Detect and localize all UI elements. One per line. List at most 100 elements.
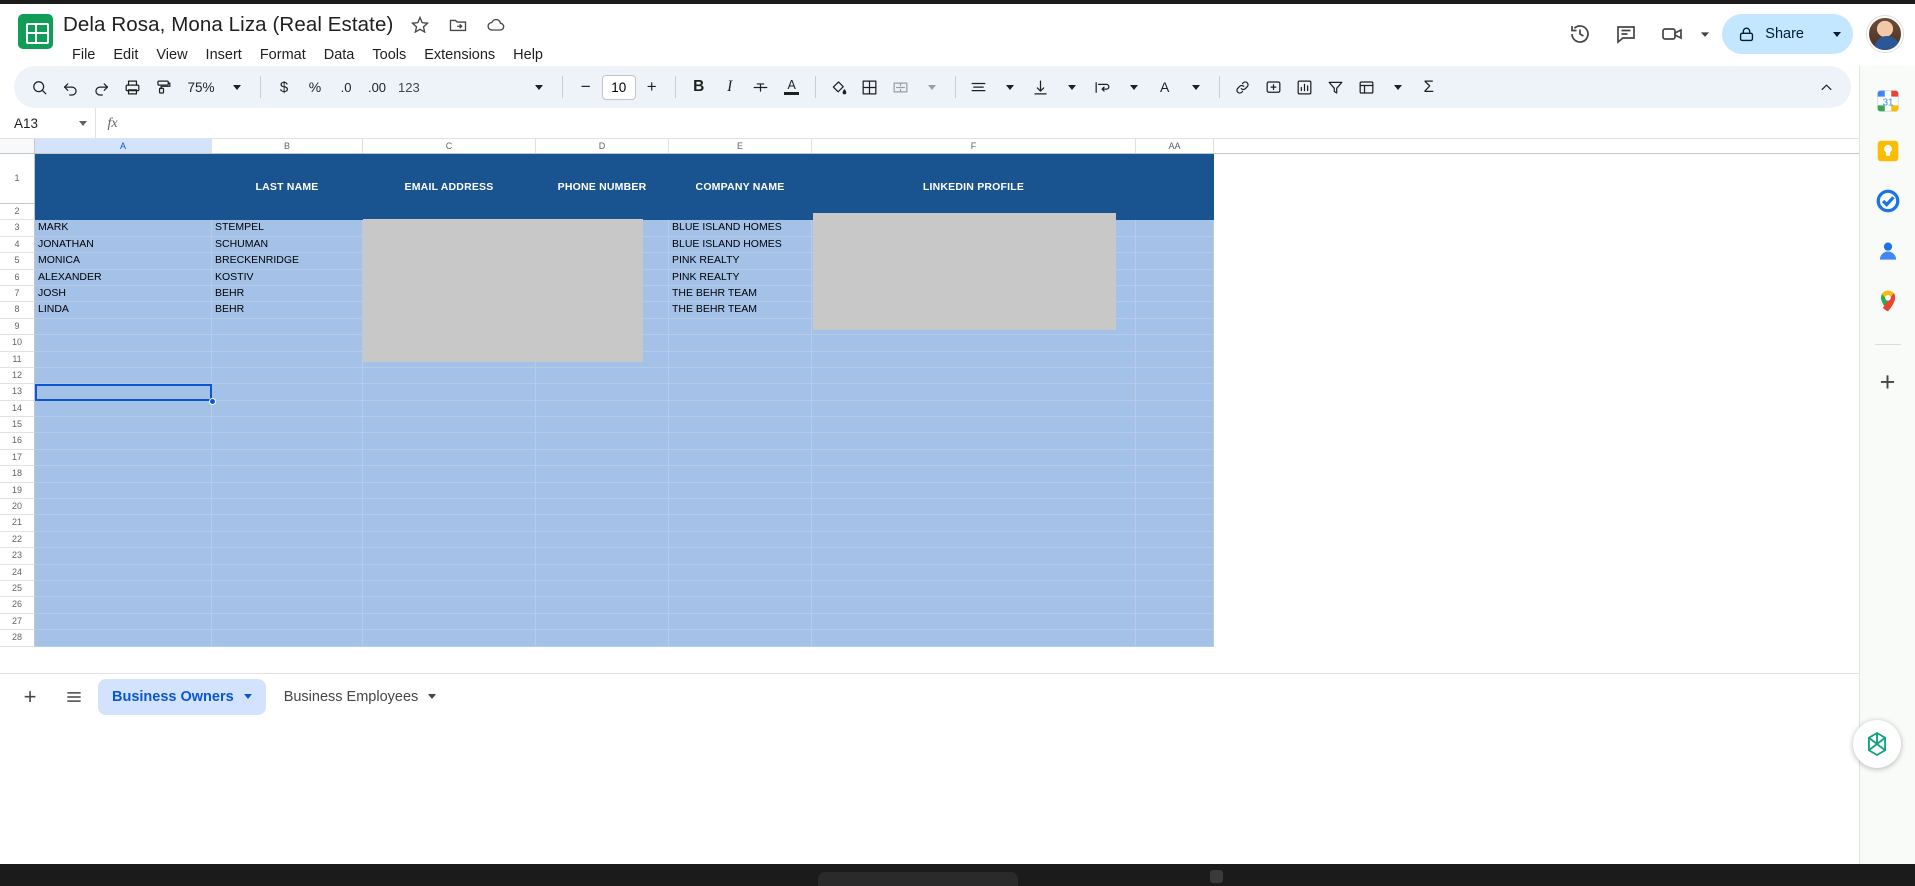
text-rotation-icon[interactable]: A (1150, 72, 1180, 102)
row-header-13[interactable]: 13 (0, 384, 35, 401)
grid-cell[interactable] (536, 613, 669, 631)
page-title[interactable]: Dela Rosa, Mona Liza (Real Estate) (63, 13, 393, 37)
column-header-D[interactable]: D (536, 139, 669, 153)
italic-button[interactable]: I (715, 72, 745, 102)
grid-cell[interactable] (363, 466, 536, 483)
grid-cell[interactable] (1136, 220, 1214, 237)
all-sheets-menu-icon[interactable] (54, 677, 94, 717)
decrease-decimal-button[interactable]: .0 (331, 72, 361, 102)
row-header-2[interactable]: 2 (0, 204, 35, 221)
grid-cell[interactable]: PINK REALTY (669, 269, 812, 286)
grid-cell[interactable] (536, 204, 669, 221)
linkedin-column-image-placeholder[interactable] (813, 213, 1116, 330)
grid-cell[interactable] (35, 548, 212, 565)
grid-cell[interactable]: PINK REALTY (669, 253, 812, 270)
grid-cell[interactable] (212, 499, 363, 516)
grid-cell[interactable] (212, 564, 363, 581)
grid-cell[interactable] (669, 515, 812, 532)
grid-cell[interactable] (363, 400, 536, 418)
grid-cell[interactable] (35, 449, 212, 467)
google-maps-icon[interactable] (1875, 288, 1901, 314)
grid-cell[interactable] (212, 335, 363, 352)
grid-cell[interactable] (669, 482, 812, 500)
grid-cell[interactable] (812, 613, 1136, 631)
collapse-toolbar-icon[interactable] (1811, 72, 1841, 102)
grid-cell[interactable] (812, 548, 1136, 565)
grid-cell[interactable] (363, 580, 536, 598)
google-calendar-icon[interactable]: 31 (1875, 88, 1901, 114)
grid-cell[interactable] (812, 499, 1136, 516)
grid-cell[interactable] (536, 531, 669, 549)
cloud-saved-icon[interactable] (485, 14, 507, 36)
grid-cell[interactable]: BRECKENRIDGE (212, 253, 363, 270)
menu-format[interactable]: Format (251, 44, 315, 66)
sheet-tab-chevron-down-icon[interactable] (243, 694, 252, 699)
filter-icon[interactable] (1321, 72, 1351, 102)
grid-cell[interactable] (35, 580, 212, 598)
row-header-10[interactable]: 10 (0, 335, 35, 352)
grid-cell[interactable] (669, 548, 812, 565)
grid-cell[interactable]: STEMPEL (212, 220, 363, 237)
grid-cell[interactable] (812, 466, 1136, 483)
grid-cell[interactable] (35, 204, 212, 221)
increase-decimal-button[interactable]: .00 (362, 72, 392, 102)
grid-cell[interactable] (212, 515, 363, 532)
grid-cell[interactable] (1136, 302, 1214, 319)
grid-cell[interactable] (812, 417, 1136, 434)
borders-icon[interactable] (855, 72, 885, 102)
grid-cell[interactable] (812, 580, 1136, 598)
grid-cell[interactable] (1136, 466, 1214, 483)
row-header-26[interactable]: 26 (0, 597, 35, 614)
grid-cell[interactable] (35, 564, 212, 581)
number-format-button[interactable]: 123 (393, 72, 425, 102)
sheet-tab-chevron-down-icon[interactable] (428, 694, 437, 699)
grid-cell[interactable] (669, 499, 812, 516)
bold-button[interactable]: B (684, 72, 714, 102)
row-header-12[interactable]: 12 (0, 367, 35, 385)
grid-cell[interactable] (812, 449, 1136, 467)
grid-cell[interactable] (212, 367, 363, 385)
insert-link-icon[interactable] (1228, 72, 1258, 102)
grid-cell[interactable] (35, 433, 212, 450)
avatar[interactable] (1867, 16, 1903, 52)
menu-extensions[interactable]: Extensions (415, 44, 504, 66)
row-header-21[interactable]: 21 (0, 515, 35, 532)
row-header-3[interactable]: 3 (0, 220, 35, 237)
sheet-tab-business-employees[interactable]: Business Employees (270, 679, 451, 715)
grid-cell[interactable] (363, 613, 536, 631)
grid-cell[interactable] (669, 351, 812, 368)
column-header-F[interactable]: F (812, 139, 1136, 153)
header-cell-empty[interactable] (35, 154, 212, 204)
grid-cell[interactable] (669, 204, 812, 221)
meet-chevron-down-icon[interactable] (1694, 23, 1716, 45)
grid-cell[interactable] (669, 630, 812, 647)
grid-cell[interactable] (35, 466, 212, 483)
menu-tools[interactable]: Tools (363, 44, 415, 66)
grid-cell[interactable] (212, 433, 363, 450)
grid-cell[interactable] (669, 417, 812, 434)
grid-cell[interactable] (536, 548, 669, 565)
grid-cell[interactable] (35, 613, 212, 631)
grid-cell[interactable] (1136, 499, 1214, 516)
horizontal-align-icon[interactable] (964, 72, 994, 102)
grid-cell[interactable] (536, 580, 669, 598)
grid-cell[interactable] (1136, 613, 1214, 631)
grid-cell[interactable] (1136, 236, 1214, 254)
grid-cell[interactable] (212, 580, 363, 598)
sheet-tab-business-owners[interactable]: Business Owners (98, 678, 266, 715)
grid-cell[interactable] (536, 400, 669, 418)
grid-cell[interactable] (536, 449, 669, 467)
wrap-chevron-down-icon[interactable] (1119, 72, 1149, 102)
grid-cell[interactable] (35, 335, 212, 352)
grid-cell[interactable] (35, 417, 212, 434)
grid-cell[interactable] (35, 515, 212, 532)
row-header-19[interactable]: 19 (0, 482, 35, 500)
grid-cell[interactable] (812, 400, 1136, 418)
grid-cell[interactable]: LINDA (35, 302, 212, 319)
pivot-chevron-down-icon[interactable] (1383, 72, 1413, 102)
merge-chevron-down-icon[interactable] (917, 72, 947, 102)
share-chevron-down-icon[interactable] (1821, 14, 1853, 54)
grid-cell[interactable] (212, 384, 363, 401)
menu-insert[interactable]: Insert (197, 44, 251, 66)
grid-cell[interactable] (363, 597, 536, 614)
